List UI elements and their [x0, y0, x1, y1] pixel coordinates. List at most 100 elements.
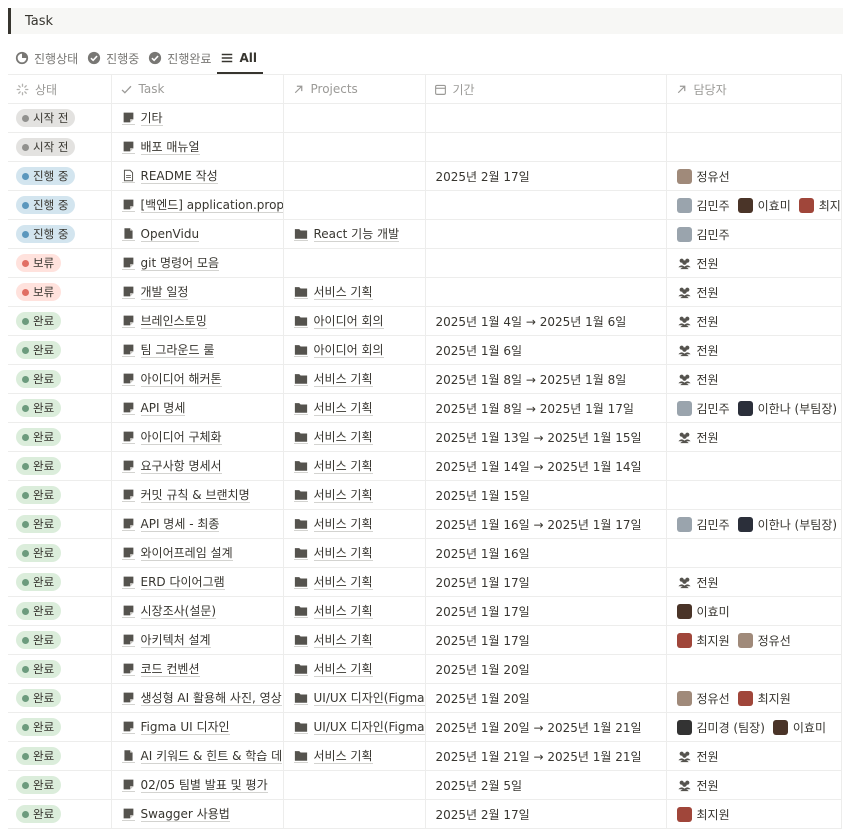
table-row[interactable]: 완료 아이디어 해커톤 서비스 기획 2025년 1월 8일 → 2025년 1월 8…	[8, 364, 842, 394]
assignee[interactable]: 이한나 (부팀장)	[737, 516, 837, 533]
status-cell[interactable]: 진행 중	[8, 190, 112, 220]
task-link[interactable]: API 명세 - 최종	[120, 517, 283, 532]
assignee[interactable]: 정유선	[737, 632, 791, 649]
project-cell[interactable]: 서비스 기획	[283, 422, 426, 452]
project-cell[interactable]: 서비스 기획	[283, 654, 426, 684]
assignee[interactable]: 김민주	[676, 400, 730, 417]
project-link[interactable]: 서비스 기획	[292, 285, 425, 300]
assignee[interactable]: 최지원	[737, 690, 791, 707]
project-cell[interactable]: React 기능 개발	[283, 219, 426, 249]
project-cell[interactable]	[283, 799, 426, 829]
task-cell[interactable]: OpenVidu	[111, 219, 284, 249]
task-cell[interactable]: 와이어프레임 설계	[111, 538, 284, 568]
project-cell[interactable]: 서비스 기획	[283, 480, 426, 510]
task-link[interactable]: 생성형 AI 활용해 사진, 영상	[120, 691, 283, 706]
tab-0[interactable]: 진행상태	[12, 42, 84, 74]
assignee[interactable]: 정유선	[676, 168, 730, 185]
project-cell[interactable]	[283, 248, 426, 278]
period-cell[interactable]: 2025년 1월 8일 → 2025년 1월 17일	[425, 393, 667, 423]
assignee[interactable]: 전원	[677, 371, 719, 388]
table-row[interactable]: 완료 커밋 규칙 & 브랜치명 서비스 기획 2025년 1월 15일	[8, 480, 842, 510]
status-cell[interactable]: 완료	[8, 654, 112, 684]
project-cell[interactable]: 서비스 기획	[283, 393, 426, 423]
task-link[interactable]: 기타	[120, 111, 283, 126]
table-row[interactable]: 보류 git 명령어 모음 전원	[8, 248, 842, 278]
assignee-cell[interactable]: 전원	[666, 422, 842, 452]
project-cell[interactable]: 서비스 기획	[283, 741, 426, 771]
status-cell[interactable]: 완료	[8, 596, 112, 626]
project-link[interactable]: 서비스 기획	[292, 575, 425, 590]
table-row[interactable]: 완료 Figma UI 디자인 UI/UX 디자인(Figma) 2025년 1월 2…	[8, 712, 842, 742]
status-cell[interactable]: 완료	[8, 422, 112, 452]
task-cell[interactable]: [백엔드] application.prope	[111, 190, 284, 220]
task-cell[interactable]: 커밋 규칙 & 브랜치명	[111, 480, 284, 510]
assignee-cell[interactable]: 김민주 이한나 (부팀장)	[666, 509, 842, 539]
tab-1[interactable]: 진행중	[84, 42, 145, 74]
status-cell[interactable]: 완료	[8, 335, 112, 365]
task-cell[interactable]: 배포 매뉴얼	[111, 132, 284, 162]
status-cell[interactable]: 보류	[8, 248, 112, 278]
period-cell[interactable]: 2025년 1월 6일	[425, 335, 667, 365]
assignee[interactable]: 전원	[677, 255, 719, 272]
task-cell[interactable]: 아이디어 해커톤	[111, 364, 284, 394]
project-cell[interactable]	[283, 132, 426, 162]
assignee[interactable]: 김민주	[676, 516, 730, 533]
project-cell[interactable]: 서비스 기획	[283, 567, 426, 597]
status-cell[interactable]: 완료	[8, 741, 112, 771]
task-link[interactable]: 커밋 규칙 & 브랜치명	[120, 488, 283, 503]
status-cell[interactable]: 완료	[8, 712, 112, 742]
task-cell[interactable]: 아이디어 구체화	[111, 422, 284, 452]
assignee-cell[interactable]: 최지원	[666, 799, 842, 829]
status-cell[interactable]: 시작 전	[8, 103, 112, 133]
assignee[interactable]: 전원	[677, 748, 719, 765]
task-link[interactable]: 요구사항 명세서	[120, 459, 283, 474]
period-cell[interactable]: 2025년 1월 20일	[425, 683, 667, 713]
assignee-cell[interactable]: 전원	[666, 306, 842, 336]
period-cell[interactable]: 2025년 1월 17일	[425, 596, 667, 626]
project-link[interactable]: UI/UX 디자인(Figma)	[292, 691, 424, 706]
project-link[interactable]: 서비스 기획	[292, 604, 425, 619]
assignee-cell[interactable]: 전원	[666, 277, 842, 307]
table-row[interactable]: 완료 생성형 AI 활용해 사진, 영상 UI/UX 디자인(Figma) 2025년…	[8, 683, 842, 713]
table-row[interactable]: 시작 전 배포 매뉴얼	[8, 132, 842, 162]
task-link[interactable]: 시장조사(설문)	[120, 604, 283, 619]
project-cell[interactable]: 서비스 기획	[283, 451, 426, 481]
period-cell[interactable]: 2025년 2월 17일	[425, 799, 667, 829]
column-header-assignee[interactable]: 담당자	[666, 74, 842, 104]
assignee[interactable]: 최지원	[676, 806, 730, 823]
project-cell[interactable]	[283, 770, 426, 800]
assignee-cell[interactable]: 전원	[666, 770, 842, 800]
project-link[interactable]: 서비스 기획	[292, 459, 425, 474]
assignee-cell[interactable]	[666, 480, 842, 510]
project-link[interactable]: 서비스 기획	[292, 401, 425, 416]
period-cell[interactable]: 2025년 2월 17일	[425, 161, 667, 191]
period-cell[interactable]: 2025년 1월 4일 → 2025년 1월 6일	[425, 306, 667, 336]
task-cell[interactable]: 브레인스토밍	[111, 306, 284, 336]
assignee-cell[interactable]	[666, 103, 842, 133]
task-cell[interactable]: 코드 컨벤션	[111, 654, 284, 684]
project-cell[interactable]: 서비스 기획	[283, 364, 426, 394]
period-cell[interactable]	[425, 103, 667, 133]
assignee[interactable]: 최지	[798, 197, 840, 214]
task-cell[interactable]: Figma UI 디자인	[111, 712, 284, 742]
task-link[interactable]: ERD 다이어그램	[120, 575, 283, 590]
task-link[interactable]: README 작성	[120, 169, 283, 184]
assignee[interactable]: 전원	[677, 777, 719, 794]
task-cell[interactable]: git 명령어 모음	[111, 248, 284, 278]
task-link[interactable]: 아이디어 구체화	[120, 430, 283, 445]
task-cell[interactable]: 시장조사(설문)	[111, 596, 284, 626]
assignee[interactable]: 이효미	[676, 603, 730, 620]
assignee-cell[interactable]	[666, 451, 842, 481]
project-cell[interactable]	[283, 190, 426, 220]
status-cell[interactable]: 완료	[8, 625, 112, 655]
period-cell[interactable]: 2025년 1월 13일 → 2025년 1월 15일	[425, 422, 667, 452]
task-link[interactable]: 코드 컨벤션	[120, 662, 283, 677]
project-link[interactable]: 서비스 기획	[292, 749, 425, 764]
period-cell[interactable]: 2025년 1월 20일	[425, 654, 667, 684]
period-cell[interactable]	[425, 190, 667, 220]
tab-2[interactable]: 진행완료	[145, 42, 217, 74]
table-row[interactable]: 완료 AI 키워드 & 힌트 & 학습 데 서비스 기획 2025년 1월 21일 →…	[8, 741, 842, 771]
table-row[interactable]: 진행 중 OpenVidu React 기능 개발 김민주	[8, 219, 842, 249]
task-cell[interactable]: API 명세 - 최종	[111, 509, 284, 539]
assignee[interactable]: 김민주	[676, 226, 730, 243]
